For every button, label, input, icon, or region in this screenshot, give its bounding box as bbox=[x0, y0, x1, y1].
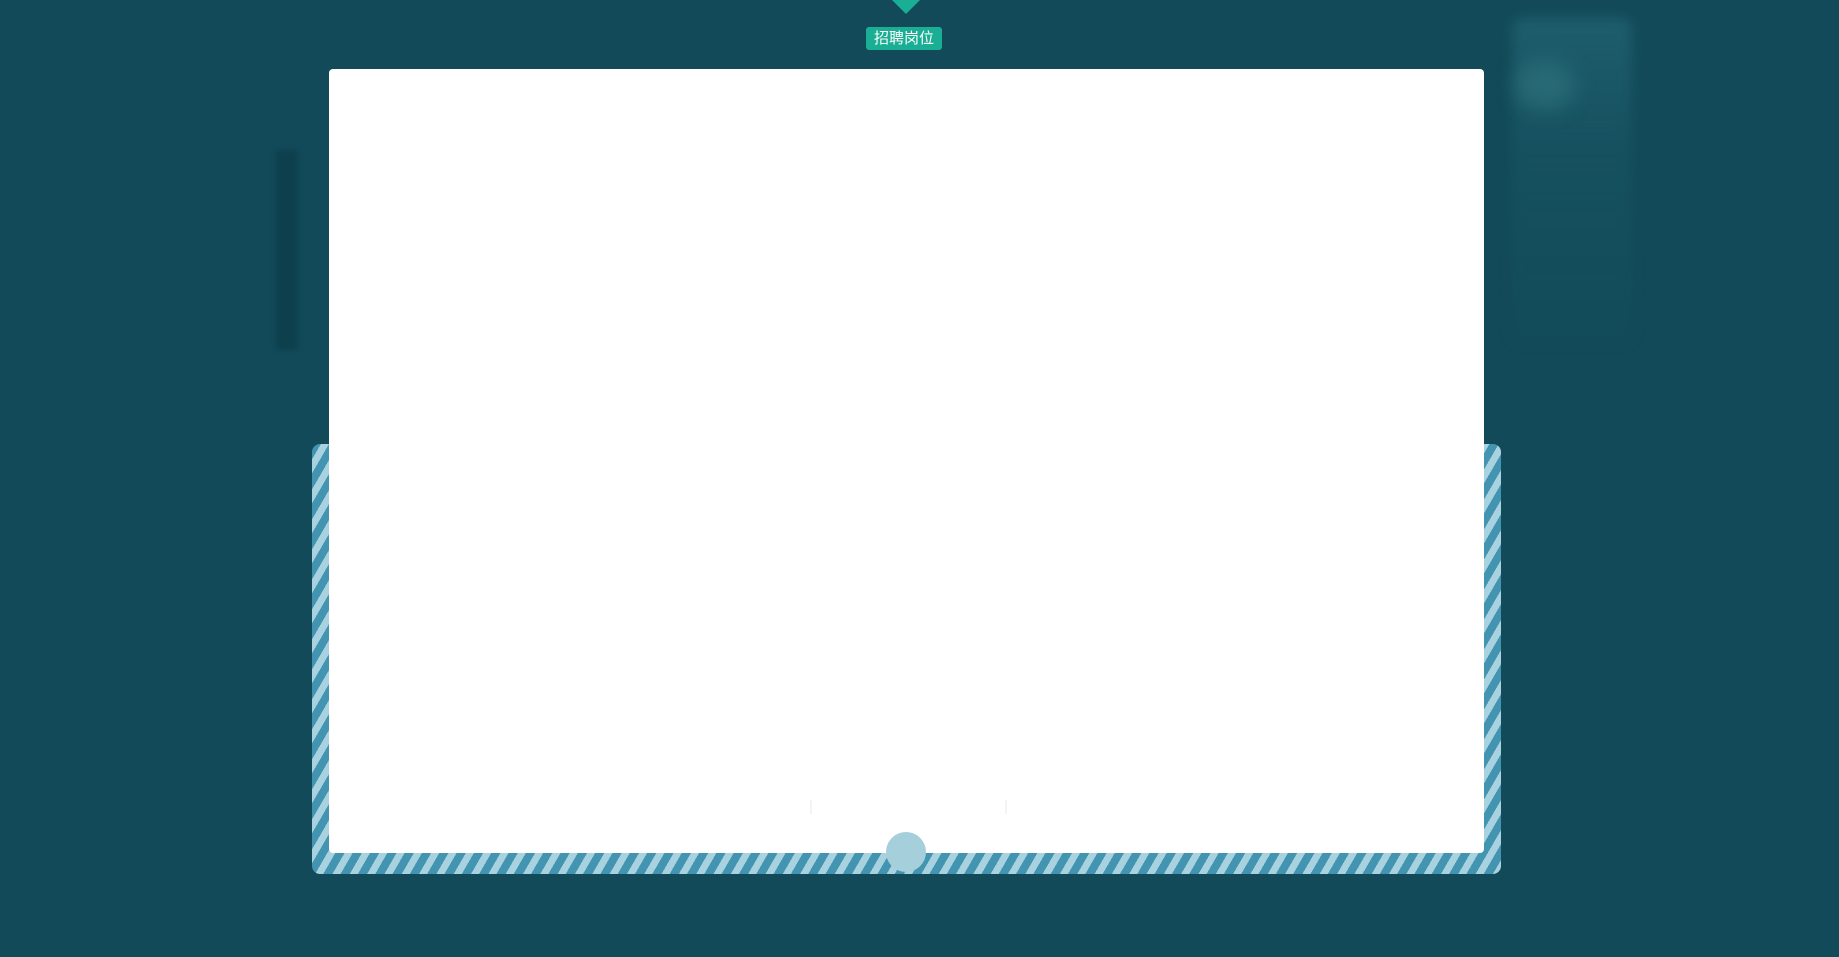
background-decoration-left bbox=[276, 150, 298, 350]
faint-tick-left bbox=[810, 800, 812, 814]
background-decoration-blob bbox=[1515, 60, 1575, 110]
section-tag: 招聘岗位 bbox=[866, 27, 943, 50]
job-listing-board bbox=[329, 69, 1484, 853]
faint-tick-right bbox=[1005, 800, 1007, 814]
pager-dot[interactable] bbox=[886, 832, 926, 872]
caret-down-icon bbox=[892, 0, 920, 14]
